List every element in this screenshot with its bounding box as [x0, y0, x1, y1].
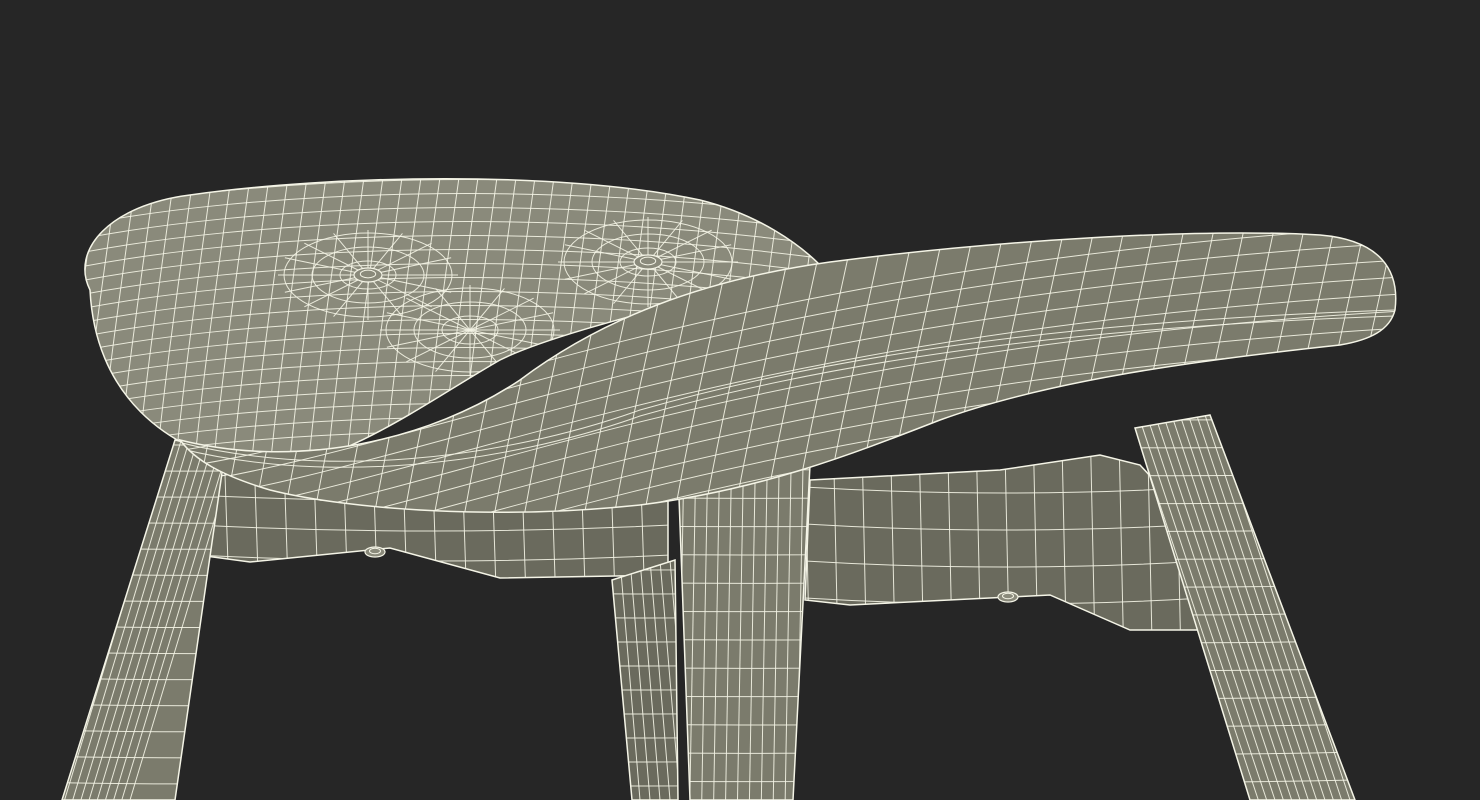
button-detail-1: [353, 267, 383, 283]
button-detail-4: [997, 591, 1019, 603]
button-detail-2: [633, 254, 663, 270]
render-viewport: [0, 0, 1480, 800]
button-detail-3: [364, 546, 386, 558]
rail-right: [805, 455, 1200, 630]
stool-wireframe: [61, 178, 1397, 800]
